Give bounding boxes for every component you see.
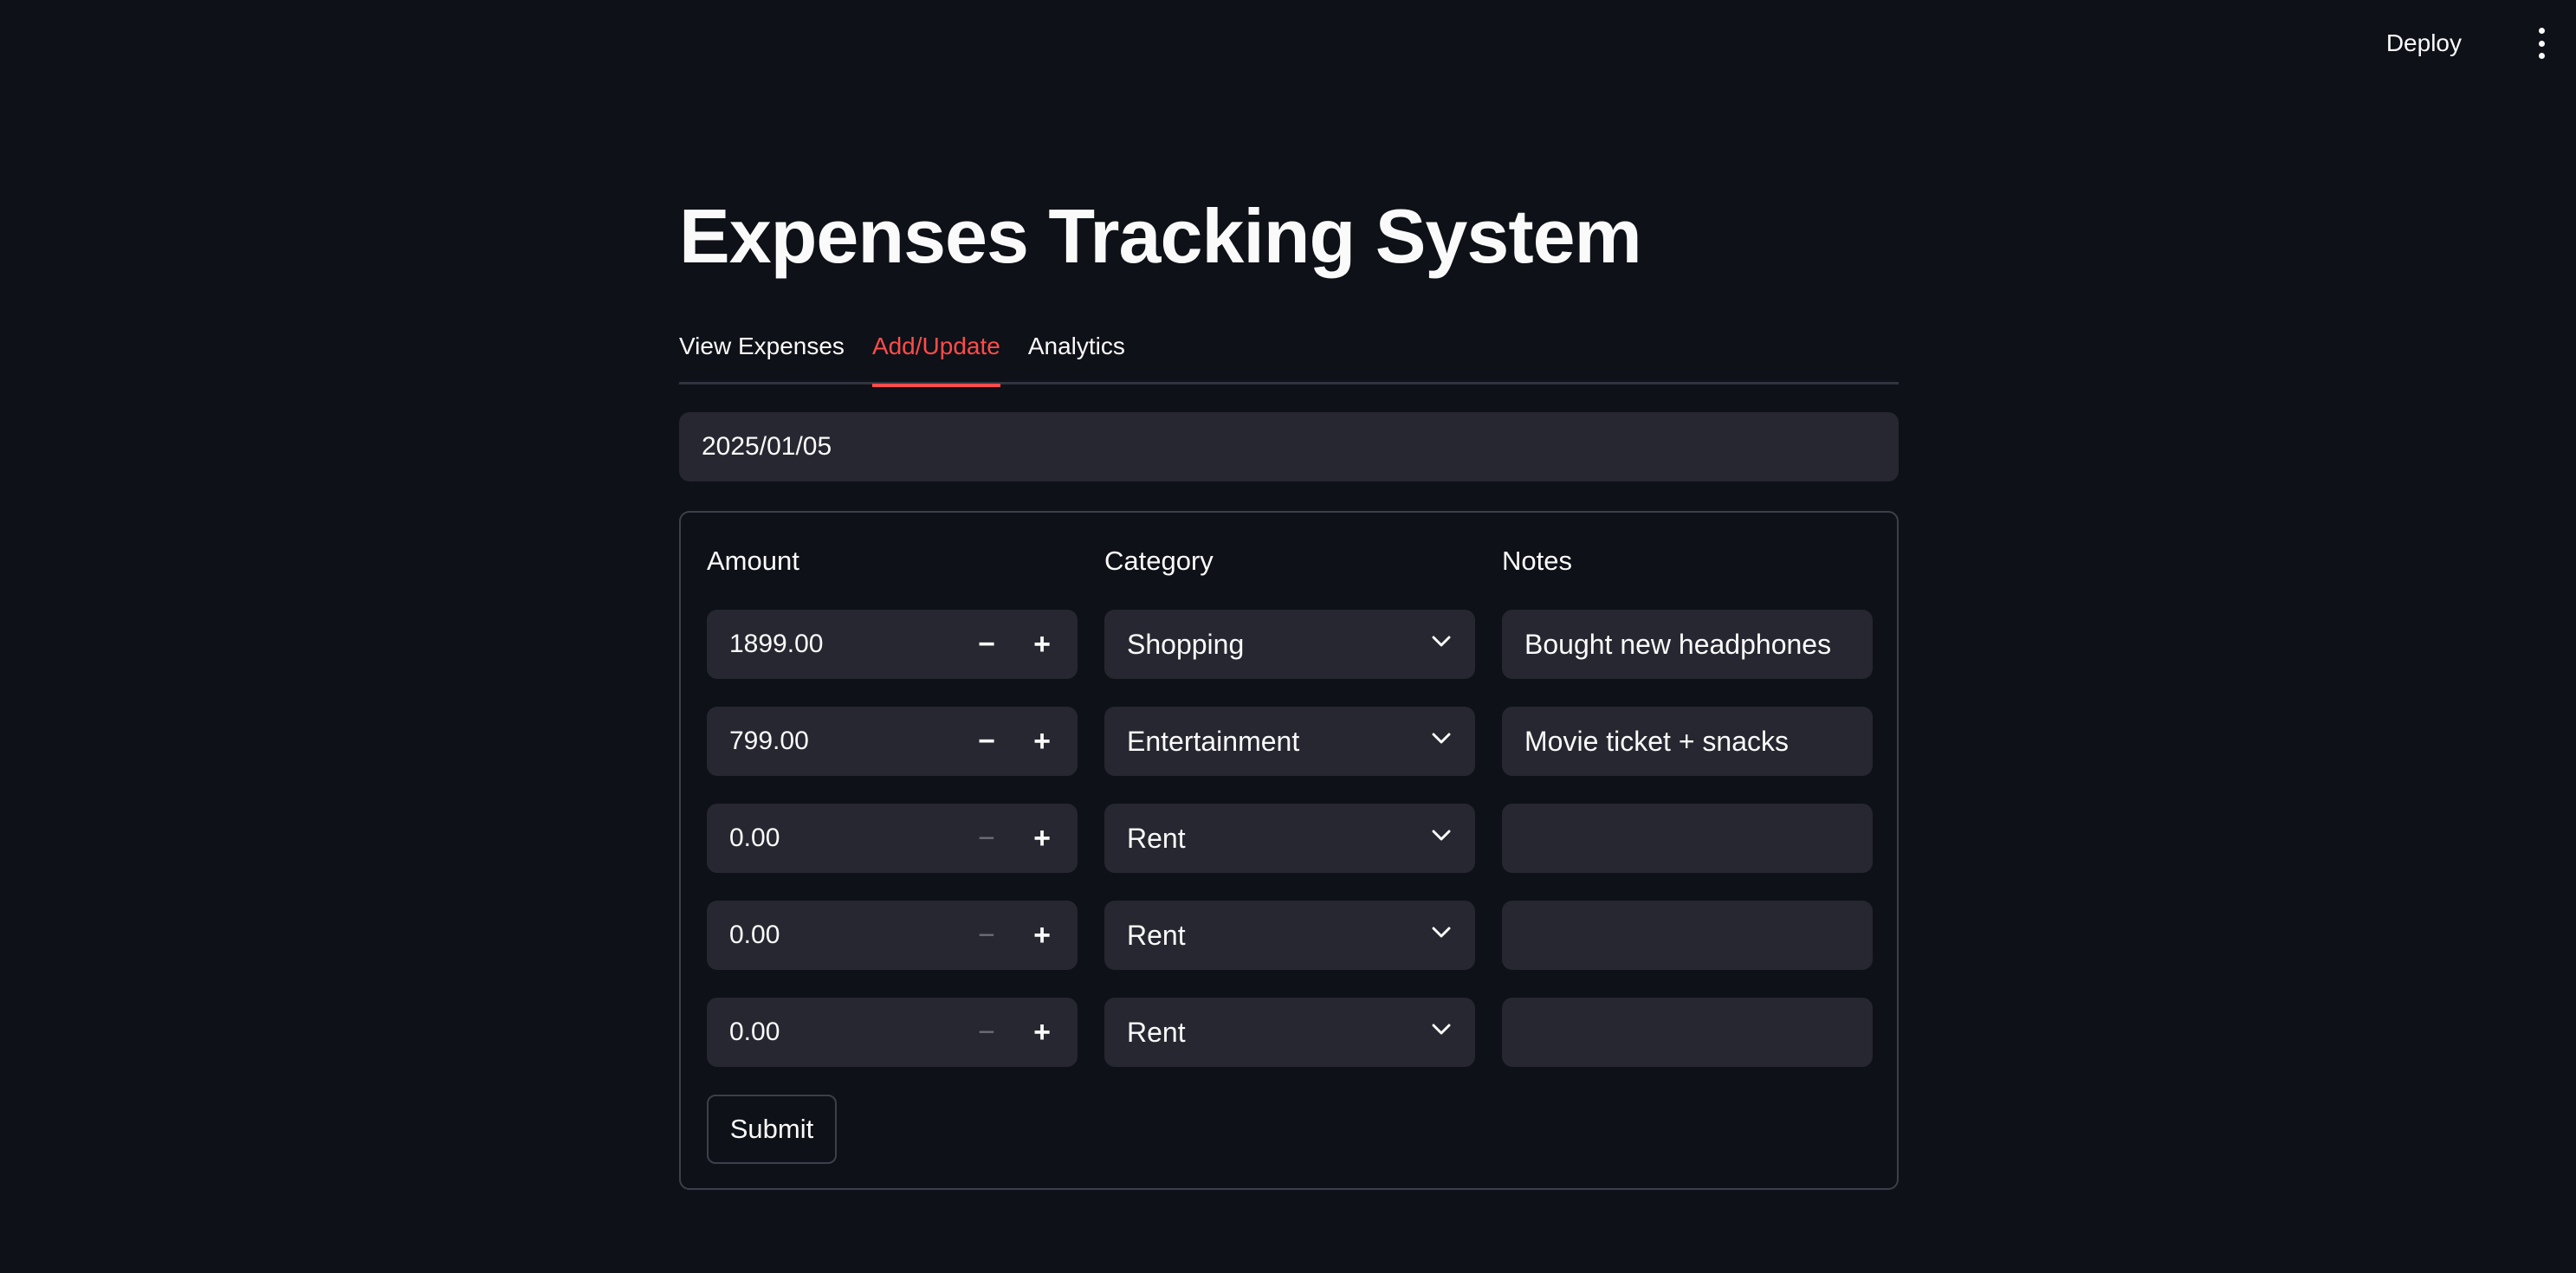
more-vertical-icon[interactable] (2533, 28, 2550, 59)
deploy-button[interactable]: Deploy (2376, 26, 2472, 61)
amount-value: 0.00 (729, 1018, 780, 1046)
plus-icon[interactable]: + (1020, 610, 1064, 679)
category-value: Rent (1127, 1017, 1186, 1048)
plus-icon[interactable]: + (1020, 998, 1064, 1067)
notes-value: Movie ticket + snacks (1524, 726, 1789, 757)
minus-icon[interactable]: − (965, 998, 1008, 1067)
category-select[interactable]: Entertainment (1104, 707, 1475, 776)
notes-input[interactable] (1502, 998, 1873, 1067)
amount-stepper[interactable]: 0.00 − + (707, 998, 1078, 1067)
notes-input[interactable]: Bought new headphones (1502, 610, 1873, 679)
top-bar: Deploy (0, 0, 2576, 87)
amount-value: 1899.00 (729, 630, 824, 658)
chevron-down-icon (1432, 636, 1451, 647)
minus-icon[interactable]: − (965, 707, 1008, 776)
notes-input[interactable] (1502, 804, 1873, 873)
submit-button[interactable]: Submit (707, 1095, 837, 1164)
notes-input[interactable] (1502, 901, 1873, 970)
tab-analytics[interactable]: Analytics (1028, 329, 1125, 384)
plus-icon[interactable]: + (1020, 901, 1064, 970)
chevron-down-icon (1432, 1024, 1451, 1035)
minus-icon[interactable]: − (965, 610, 1008, 679)
chevron-down-icon (1432, 830, 1451, 841)
category-select[interactable]: Rent (1104, 998, 1475, 1067)
category-select[interactable]: Shopping (1104, 610, 1475, 679)
notes-value: Bought new headphones (1524, 629, 1832, 660)
minus-icon[interactable]: − (965, 804, 1008, 873)
chevron-down-icon (1432, 733, 1451, 744)
category-select[interactable]: Rent (1104, 804, 1475, 873)
amount-stepper[interactable]: 1899.00 − + (707, 610, 1078, 679)
category-select[interactable]: Rent (1104, 901, 1475, 970)
amount-stepper[interactable]: 0.00 − + (707, 901, 1078, 970)
expense-form: Amount Category Notes 1899.00 − + Shoppi… (679, 511, 1899, 1190)
amount-stepper[interactable]: 799.00 − + (707, 707, 1078, 776)
amount-value: 0.00 (729, 921, 780, 949)
category-value: Shopping (1127, 629, 1245, 660)
amount-column-header: Amount (707, 546, 799, 576)
date-input[interactable]: 2025/01/05 (679, 412, 1899, 481)
tab-bar: View Expenses Add/Update Analytics (679, 329, 1899, 387)
category-column-header: Category (1104, 546, 1214, 576)
plus-icon[interactable]: + (1020, 707, 1064, 776)
tab-add-update[interactable]: Add/Update (871, 329, 1000, 387)
amount-value: 0.00 (729, 824, 780, 852)
amount-stepper[interactable]: 0.00 − + (707, 804, 1078, 873)
notes-input[interactable]: Movie ticket + snacks (1502, 707, 1873, 776)
category-value: Rent (1127, 823, 1186, 854)
notes-column-header: Notes (1502, 546, 1572, 576)
category-value: Rent (1127, 920, 1186, 951)
minus-icon[interactable]: − (965, 901, 1008, 970)
chevron-down-icon (1432, 927, 1451, 938)
category-value: Entertainment (1127, 726, 1300, 757)
plus-icon[interactable]: + (1020, 804, 1064, 873)
amount-value: 799.00 (729, 727, 809, 755)
page-title: Expenses Tracking System (679, 193, 1642, 279)
tab-view-expenses[interactable]: View Expenses (679, 329, 845, 384)
